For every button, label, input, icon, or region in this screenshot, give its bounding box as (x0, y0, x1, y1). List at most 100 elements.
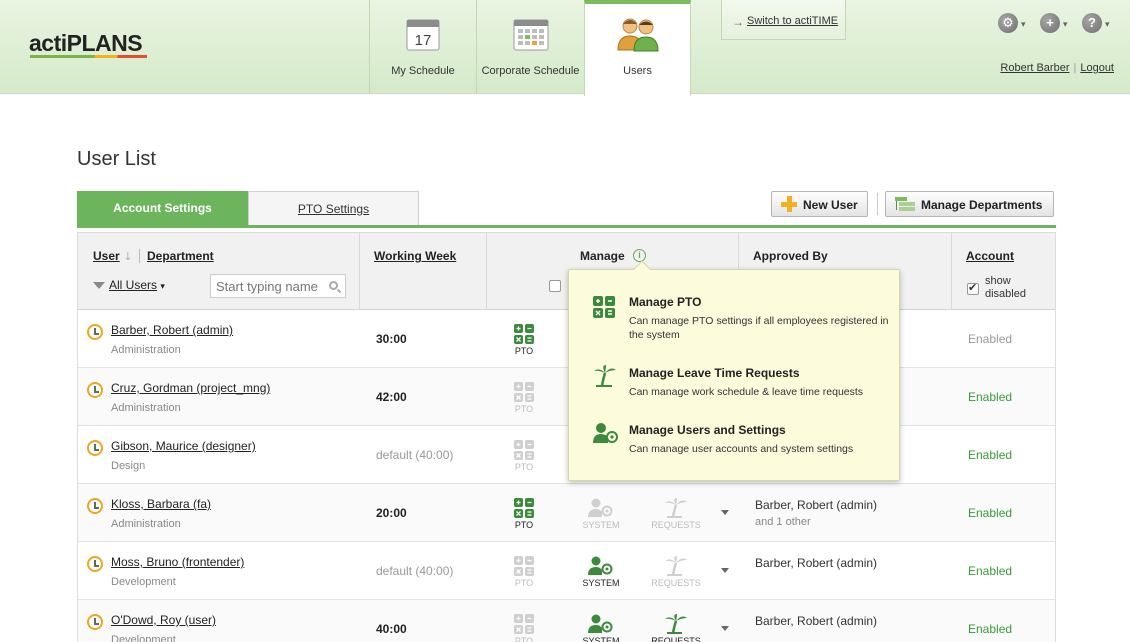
popup-item-title: Manage PTO (629, 295, 702, 309)
pto-calculator-icon (514, 382, 534, 402)
table-row[interactable]: Moss, Bruno (frontender) Development def… (78, 542, 1055, 600)
pto-permission-toggle[interactable]: PTO (504, 382, 544, 414)
users-icon (616, 18, 659, 52)
manage-departments-button[interactable]: Manage Departments (885, 191, 1054, 217)
table-row[interactable]: Gibson, Maurice (designer) Design defaul… (78, 426, 1055, 484)
tab-users[interactable]: Users (584, 0, 691, 96)
sort-arrow-icon[interactable]: 🡓 (125, 248, 131, 267)
pto-calculator-icon (514, 324, 534, 344)
work-schedule-clock-icon[interactable] (87, 382, 103, 398)
user-name-link[interactable]: Cruz, Gordman (project_mng) (111, 381, 270, 395)
working-week-value[interactable]: 42:00 (376, 390, 407, 404)
user-name-link[interactable]: Kloss, Barbara (fa) (111, 497, 211, 511)
logo-underline (30, 55, 147, 58)
calendar-day-icon: 17 (406, 19, 440, 51)
palm-tree-icon (665, 614, 687, 634)
table-row[interactable]: Kloss, Barbara (fa) Administration 20:00… (78, 484, 1055, 542)
pto-permission-toggle[interactable]: PTO (504, 614, 544, 642)
account-status[interactable]: Enabled (968, 564, 1012, 578)
account-column-header[interactable]: Account (966, 249, 1014, 263)
table-row[interactable]: Cruz, Gordman (project_mng) Administrati… (78, 368, 1055, 426)
pto-calculator-icon (514, 556, 534, 576)
chevron-down-icon[interactable] (721, 626, 729, 631)
system-permission-toggle[interactable]: SYSTEM (581, 498, 621, 530)
account-status[interactable]: Enabled (968, 622, 1012, 636)
manage-permissions-popup: Manage PTO Can manage PTO settings if al… (568, 260, 900, 481)
manage-select-all-checkbox[interactable] (549, 280, 561, 292)
manage-column-header: Manage (580, 249, 625, 263)
gear-icon[interactable]: ⚙ (998, 13, 1018, 33)
calendar-grid-icon (513, 19, 548, 51)
help-icon[interactable]: ? (1082, 13, 1102, 33)
popup-item-desc: Can manage PTO settings if all employees… (629, 315, 889, 341)
user-name-link[interactable]: Moss, Bruno (frontender) (111, 555, 244, 569)
working-week-column-header[interactable]: Working Week (374, 249, 456, 263)
new-user-button[interactable]: New User (771, 191, 868, 217)
tab-pto-settings[interactable]: PTO Settings (248, 191, 419, 225)
chevron-down-icon[interactable]: ▾ (1021, 19, 1026, 30)
approved-by-value[interactable]: Barber, Robert (admin) (755, 556, 877, 570)
work-schedule-clock-icon[interactable] (87, 614, 103, 630)
tabs-underline (77, 225, 1056, 228)
tab-account-settings[interactable]: Account Settings (77, 191, 248, 225)
pto-calculator-icon (514, 614, 534, 634)
approved-by-value[interactable]: Barber, Robert (admin) (755, 498, 877, 512)
table-row[interactable]: Barber, Robert (admin) Administration 30… (78, 310, 1055, 368)
user-name-link[interactable]: Barber, Robert (admin) (111, 323, 233, 337)
info-icon[interactable]: i (633, 249, 646, 262)
working-week-value[interactable]: 30:00 (376, 332, 407, 346)
working-week-value[interactable]: default (40:00) (376, 564, 453, 578)
account-status[interactable]: Enabled (968, 448, 1012, 462)
working-week-value[interactable]: 20:00 (376, 506, 407, 520)
account-status[interactable]: Enabled (968, 506, 1012, 520)
work-schedule-clock-icon[interactable] (87, 440, 103, 456)
pto-permission-toggle[interactable]: PTO (504, 556, 544, 588)
user-name-link[interactable]: O'Dowd, Roy (user) (111, 613, 216, 627)
chevron-down-icon[interactable] (721, 568, 729, 573)
switch-product-box: → Switch to actiTIME (721, 0, 846, 40)
user-department: Design (111, 460, 146, 472)
chevron-down-icon[interactable]: ▾ (1063, 19, 1068, 30)
account-status[interactable]: Enabled (968, 332, 1012, 346)
work-schedule-clock-icon[interactable] (87, 324, 103, 340)
switch-to-actitime-link[interactable]: Switch to actiTIME (747, 15, 838, 27)
working-week-value[interactable]: 40:00 (376, 622, 407, 636)
add-icon[interactable]: + (1040, 13, 1060, 33)
chevron-down-icon[interactable]: ▾ (1105, 19, 1110, 30)
header-separator (139, 249, 140, 263)
logout-link[interactable]: Logout (1080, 62, 1114, 74)
pto-permission-toggle[interactable]: PTO (504, 498, 544, 530)
search-input[interactable] (210, 274, 346, 298)
requests-permission-toggle[interactable]: REQUESTS (650, 498, 702, 530)
popup-item-desc: Can manage user accounts and system sett… (629, 443, 854, 455)
show-disabled-checkbox[interactable] (967, 281, 979, 295)
tab-my-schedule[interactable]: 17 My Schedule (369, 0, 476, 94)
table-row[interactable]: O'Dowd, Roy (user) Development 40:00 PTO… (78, 600, 1055, 642)
account-status[interactable]: Enabled (968, 390, 1012, 404)
work-schedule-clock-icon[interactable] (87, 498, 103, 514)
user-column-header[interactable]: User (93, 249, 120, 263)
work-schedule-clock-icon[interactable] (87, 556, 103, 572)
calendar-day-number: 17 (415, 32, 432, 49)
departments-icon (895, 197, 915, 211)
user-links: Robert Barber | Logout (1000, 62, 1114, 74)
popup-item-title: Manage Leave Time Requests (629, 366, 800, 380)
palm-tree-icon (594, 365, 616, 387)
current-user-link[interactable]: Robert Barber (1000, 62, 1069, 74)
pto-calculator-icon (593, 296, 615, 318)
chevron-down-icon[interactable] (721, 510, 729, 515)
user-filter-dropdown[interactable]: All Users ▾ (93, 278, 165, 292)
pto-permission-toggle[interactable]: PTO (504, 324, 544, 356)
requests-permission-toggle[interactable]: REQUESTS (650, 556, 702, 588)
tab-corporate-schedule[interactable]: Corporate Schedule (476, 0, 584, 94)
working-week-value[interactable]: default (40:00) (376, 448, 453, 462)
system-permission-toggle[interactable]: SYSTEM (581, 556, 621, 588)
pto-permission-toggle[interactable]: PTO (504, 440, 544, 472)
approved-by-value[interactable]: Barber, Robert (admin) (755, 614, 877, 628)
app-logo[interactable]: actiPLANS (29, 30, 143, 57)
department-column-header[interactable]: Department (147, 249, 214, 263)
requests-permission-toggle[interactable]: REQUESTS (650, 614, 702, 642)
system-permission-toggle[interactable]: SYSTEM (581, 614, 621, 642)
user-name-link[interactable]: Gibson, Maurice (designer) (111, 439, 256, 453)
chevron-down-icon: ▾ (160, 281, 165, 291)
